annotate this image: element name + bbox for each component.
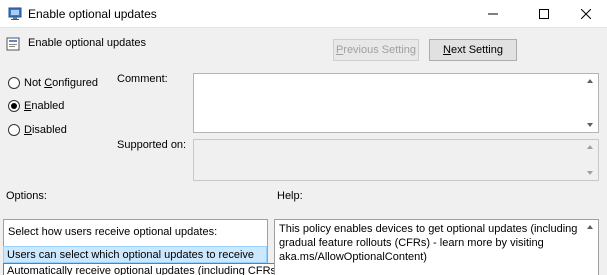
minimize-button[interactable]: [470, 0, 516, 28]
help-text-line: gradual feature rollouts (CFRs) - learn …: [279, 237, 544, 249]
optional-updates-select[interactable]: Users can select which optional updates …: [3, 246, 267, 263]
radio-label: Enabled: [24, 100, 65, 112]
policy-setting-icon: [6, 37, 20, 51]
radio-circle[interactable]: [8, 124, 20, 136]
close-icon: [581, 9, 591, 19]
next-setting-button[interactable]: Next Setting: [429, 39, 517, 61]
scroll-up-icon: [587, 145, 593, 149]
comment-label: Comment:: [117, 73, 168, 85]
comment-field[interactable]: [193, 73, 599, 133]
minimize-icon: [488, 13, 498, 15]
title-bar: Enable optional updates: [0, 0, 607, 28]
scroll-up-icon[interactable]: [586, 78, 594, 84]
supported-on-label: Supported on:: [117, 139, 187, 151]
options-label: Options:: [6, 190, 47, 202]
help-text-line: aka.ms/AllowOptionalContent): [279, 251, 427, 263]
dropdown-option-label: Automatically receive optional updates (…: [7, 265, 280, 275]
next-label-post: ext Setting: [450, 44, 503, 56]
prev-label-post: revious Setting: [343, 44, 417, 56]
group-policy-icon: [8, 7, 22, 20]
radio-disabled[interactable]: Disabled: [8, 123, 67, 137]
maximize-button[interactable]: [521, 0, 567, 28]
radio-label: Not Configured: [24, 77, 99, 89]
close-button[interactable]: [563, 0, 607, 28]
maximize-icon: [539, 9, 549, 19]
radio-not-configured[interactable]: Not Configured: [8, 76, 98, 90]
next-label-accesskey: N: [443, 44, 451, 56]
help-text-line: This policy enables devices to get optio…: [279, 223, 578, 235]
options-prompt: Select how users receive optional update…: [8, 226, 218, 238]
radio-label: Disabled: [24, 124, 67, 136]
supported-on-field: [193, 139, 599, 181]
previous-setting-button[interactable]: Previous Setting: [333, 39, 419, 61]
scroll-down-icon[interactable]: [586, 122, 594, 128]
dropdown-option-auto[interactable]: Automatically receive optional updates (…: [3, 263, 299, 275]
help-panel: This policy enables devices to get optio…: [274, 219, 599, 275]
radio-circle[interactable]: [8, 77, 20, 89]
radio-circle[interactable]: [8, 100, 20, 112]
radio-enabled[interactable]: Enabled: [8, 99, 64, 113]
scroll-up-icon[interactable]: [586, 224, 594, 230]
select-value: Users can select which optional updates …: [7, 249, 255, 261]
scroll-down-icon: [587, 171, 593, 175]
policy-title: Enable optional updates: [28, 37, 147, 49]
window-title: Enable optional updates: [28, 7, 157, 21]
help-label: Help:: [277, 190, 303, 202]
